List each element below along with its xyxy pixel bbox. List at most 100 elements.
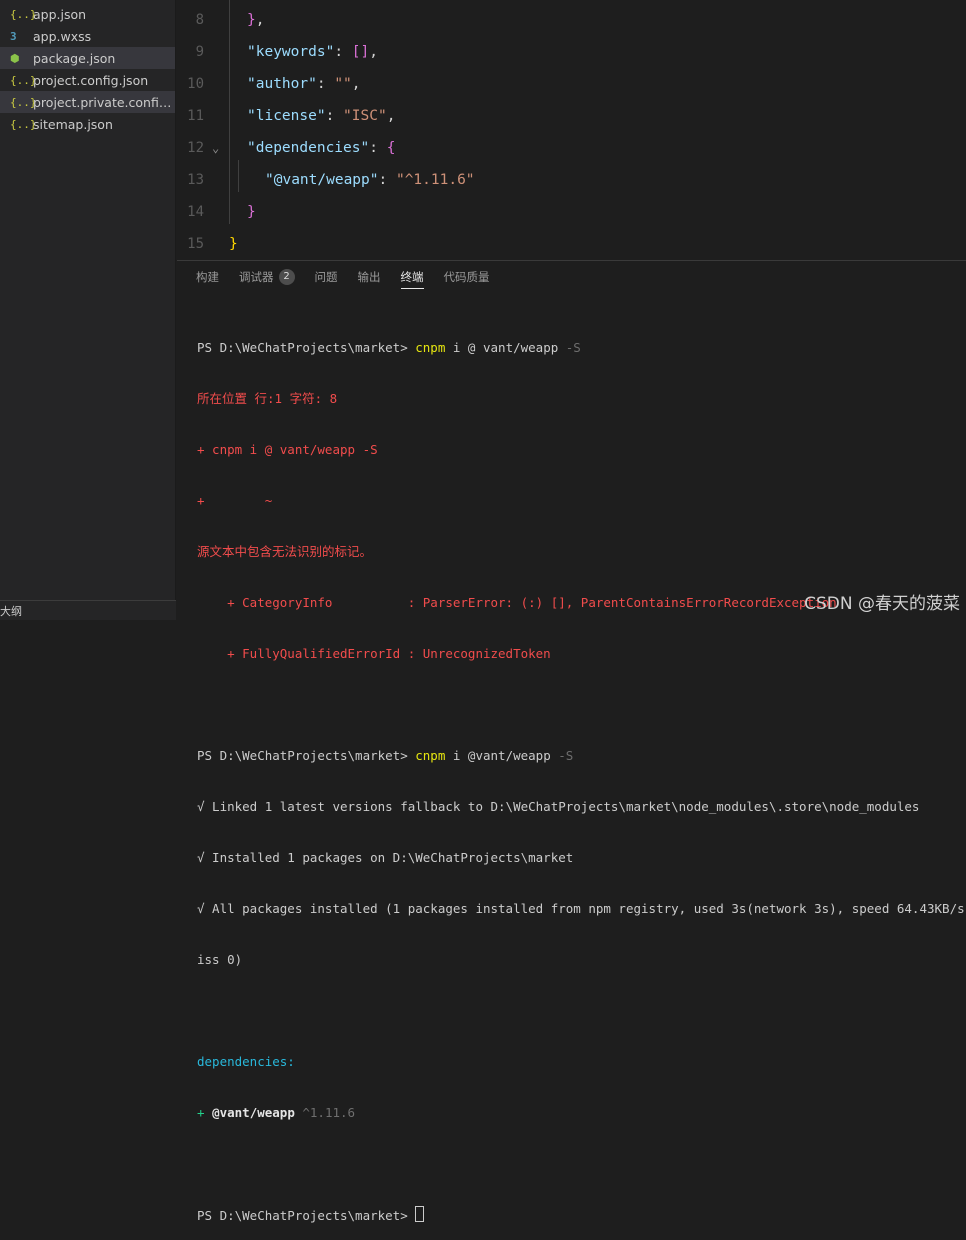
panel-tabs: 构建 调试器 2 问题 输出 终端 代码质量 (177, 261, 490, 293)
command-flag: -S (558, 748, 574, 763)
comma: , (386, 108, 396, 124)
brace-close: } (247, 12, 256, 28)
json-value: "^1.11.6" (395, 172, 475, 188)
code-text: } (229, 236, 238, 252)
line-number: 14 (187, 204, 204, 220)
file-item-project-private-config[interactable]: {..} project.private.config.js... (0, 91, 175, 113)
file-name: app.wxss (33, 28, 92, 44)
code-text: "dependencies": { (247, 140, 395, 156)
colon: : (369, 140, 387, 156)
code-editor[interactable]: 8 }, 9 "keywords": [], 10 "author": "", … (177, 0, 966, 260)
prompt: PS D:\WeChatProjects\market> (197, 748, 416, 763)
file-name: app.json (33, 6, 87, 22)
tab-label: 代码质量 (443, 270, 490, 284)
nodejs-file-icon: ⬢ (10, 51, 20, 65)
error-line: + cnpm i @ vant/weapp -S (197, 442, 378, 457)
colon: : (325, 108, 344, 124)
tab-label: 输出 (357, 270, 381, 284)
command-name: cnpm (415, 340, 446, 355)
code-line-14: 14 } (177, 196, 966, 228)
command-args: i @ vant/weapp (445, 340, 566, 355)
file-name: sitemap.json (33, 116, 113, 132)
brace-close: } (229, 236, 238, 252)
outline-section-header[interactable]: 大纲 (0, 600, 176, 620)
file-list: {..} app.json 3 app.wxss ⬢ package.json … (0, 3, 175, 135)
success-line: √ Linked 1 latest versions fallback to D… (197, 799, 920, 814)
tab-code-quality[interactable]: 代码质量 (444, 261, 490, 293)
code-line-12: 12 ⌄ "dependencies": { (177, 132, 966, 164)
line-number: 9 (195, 44, 204, 60)
tab-terminal[interactable]: 终端 (400, 261, 424, 293)
colon: : (378, 172, 396, 188)
error-line: 所在位置 行:1 字符: 8 (197, 391, 338, 406)
code-text: "keywords": [], (247, 44, 378, 60)
json-file-icon: {..} (10, 117, 37, 131)
bottom-panel: 构建 调试器 2 问题 输出 终端 代码质量 PS D:\WeChatProjec… (177, 260, 966, 1223)
code-line-9: 9 "keywords": [], (177, 36, 966, 68)
success-line: √ Installed 1 packages on D:\WeChatProje… (197, 850, 574, 865)
json-value: "" (334, 76, 352, 92)
tab-label: 问题 (314, 270, 338, 284)
file-item-app-json[interactable]: {..} app.json (0, 3, 175, 25)
prompt: PS D:\WeChatProjects\market> (197, 1208, 416, 1223)
file-item-app-wxss[interactable]: 3 app.wxss (0, 25, 175, 47)
command-name: cnpm (415, 748, 446, 763)
code-line-15: 15 } (177, 228, 966, 260)
file-item-project-config-json[interactable]: {..} project.config.json (0, 69, 175, 91)
line-number: 10 (187, 76, 204, 92)
json-key: "keywords" (247, 44, 335, 60)
code-text: } (247, 204, 256, 220)
line-number: 15 (187, 236, 204, 252)
line-number: 13 (187, 172, 204, 188)
file-item-package-json[interactable]: ⬢ package.json (0, 47, 175, 69)
brace-close: } (247, 204, 256, 220)
file-item-sitemap-json[interactable]: {..} sitemap.json (0, 113, 175, 135)
watermark: CSDN @春天的菠菜 (804, 594, 960, 614)
prompt: PS D:\WeChatProjects\market> (197, 340, 416, 355)
terminal-prompt-line: PS D:\WeChatProjects\market> (197, 1206, 966, 1223)
file-name: project.config.json (33, 72, 149, 88)
tab-output[interactable]: 输出 (358, 261, 381, 293)
count-badge: 2 (278, 269, 295, 285)
json-value: "ISC" (343, 108, 387, 124)
plus-sign: + (197, 1105, 213, 1120)
json-key: "@vant/weapp" (265, 172, 379, 188)
tab-label: 构建 (196, 270, 219, 284)
code-text: "author": "", (247, 76, 361, 92)
code-line-8: 8 }, (177, 4, 966, 36)
code-text: "@vant/weapp": "^1.11.6" (265, 172, 475, 188)
error-line: + ~ (197, 493, 273, 508)
code-line-11: 11 "license": "ISC", (177, 100, 966, 132)
colon: : (316, 76, 335, 92)
dependencies-label: dependencies: (197, 1054, 295, 1069)
tab-label: 调试器 (239, 270, 274, 284)
file-name: package.json (33, 50, 116, 66)
terminal-output[interactable]: PS D:\WeChatProjects\market> cnpm i @ va… (197, 305, 966, 1240)
comma: , (369, 44, 378, 60)
terminal-line: PS D:\WeChatProjects\market> cnpm i @van… (197, 747, 966, 764)
dependency-version: ^1.11.6 (294, 1105, 356, 1120)
dependency-line: + @vant/weapp ^1.11.6 (197, 1104, 966, 1121)
line-number: 11 (187, 108, 204, 124)
code-line-10: 10 "author": "", (177, 68, 966, 100)
error-line: + FullyQualifiedErrorId : UnrecognizedTo… (197, 646, 551, 661)
code-text: "license": "ISC", (247, 108, 395, 124)
comma: , (351, 76, 361, 92)
bracket-open: [ (351, 44, 361, 60)
terminal-line: PS D:\WeChatProjects\market> cnpm i @ va… (197, 339, 966, 356)
command-flag: -S (565, 340, 581, 355)
code-text: }, (247, 12, 264, 28)
tab-build[interactable]: 构建 (196, 261, 219, 293)
line-number: 8 (195, 12, 204, 28)
json-key: "license" (247, 108, 326, 124)
colon: : (334, 44, 352, 60)
tab-problems[interactable]: 问题 (315, 261, 338, 293)
file-name: project.private.config.js... (33, 94, 175, 110)
terminal-cursor (415, 1206, 425, 1222)
comma: , (255, 12, 265, 28)
tab-debugger[interactable]: 调试器 2 (239, 261, 295, 293)
fold-chevron-icon[interactable]: ⌄ (212, 141, 219, 155)
